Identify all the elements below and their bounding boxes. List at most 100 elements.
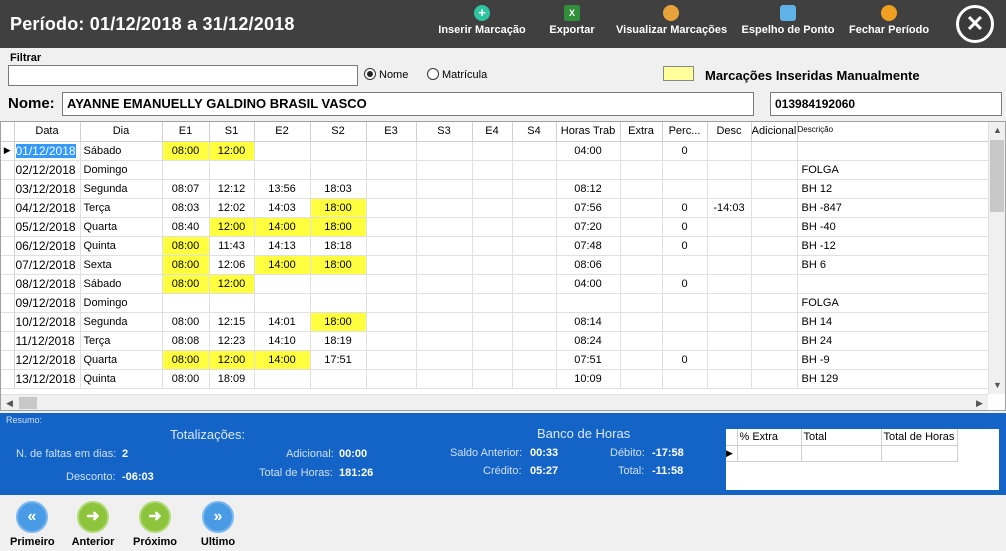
cell-s3[interactable]	[416, 179, 472, 198]
cell-e4[interactable]	[472, 217, 512, 236]
cell-perc[interactable]	[662, 179, 707, 198]
cell-s3[interactable]	[416, 255, 472, 274]
col-header[interactable]: Total de Horas	[881, 429, 957, 445]
employee-code-field[interactable]: 013984192060	[770, 92, 1002, 116]
cell-s3[interactable]	[416, 369, 472, 388]
cell-horas[interactable]: 07:48	[556, 236, 620, 255]
cell-s1[interactable]	[209, 160, 254, 179]
cell-day[interactable]: Sábado	[80, 274, 162, 293]
col-header[interactable]: E4	[472, 122, 512, 141]
cell-s3[interactable]	[416, 331, 472, 350]
cell-extra[interactable]	[620, 141, 662, 160]
cell-e4[interactable]	[472, 160, 512, 179]
table-row[interactable]: 12/12/2018Quarta08:0012:0014:0017:5107:5…	[1, 350, 988, 369]
filter-input[interactable]	[8, 65, 358, 86]
cell-dsc[interactable]: FOLGA	[797, 293, 988, 312]
cell-horas[interactable]: 07:20	[556, 217, 620, 236]
col-header[interactable]: S2	[310, 122, 366, 141]
cell-s3[interactable]	[416, 274, 472, 293]
employee-name-field[interactable]: AYANNE EMANUELLY GALDINO BRASIL VASCO	[62, 92, 754, 116]
cell-s4[interactable]	[512, 369, 556, 388]
cell-horas[interactable]: 04:00	[556, 274, 620, 293]
cell-e4[interactable]	[472, 369, 512, 388]
cell-e2[interactable]: 14:01	[254, 312, 310, 331]
radio-nome[interactable]: Nome	[364, 68, 408, 81]
time-records-grid[interactable]: Data Dia E1 S1 E2 S2 E3 S3 E4 S4 Horas T…	[0, 121, 1006, 411]
cell-adic[interactable]	[751, 160, 797, 179]
cell-e4[interactable]	[472, 255, 512, 274]
cell-date[interactable]: 01/12/2018	[14, 141, 80, 160]
cell-e1[interactable]: 08:00	[162, 369, 209, 388]
table-row[interactable]: ▶	[726, 445, 957, 461]
close-button[interactable]: ✕	[956, 5, 994, 43]
cell-horas[interactable]: 07:51	[556, 350, 620, 369]
cell-s1[interactable]: 12:00	[209, 274, 254, 293]
cell-desc[interactable]	[707, 160, 751, 179]
cell-e4[interactable]	[472, 179, 512, 198]
cell-e1[interactable]: 08:40	[162, 217, 209, 236]
table-row[interactable]: 10/12/2018Segunda08:0012:1514:0118:0008:…	[1, 312, 988, 331]
cell-s2[interactable]: 18:00	[310, 198, 366, 217]
col-header[interactable]: Descrição	[797, 122, 988, 141]
cell-s2[interactable]	[310, 274, 366, 293]
cell-dsc[interactable]: BH 6	[797, 255, 988, 274]
cell-extra[interactable]	[620, 255, 662, 274]
cell-s2[interactable]: 17:51	[310, 350, 366, 369]
cell-e2[interactable]: 14:03	[254, 198, 310, 217]
cell-e2[interactable]	[254, 274, 310, 293]
cell-s1[interactable]: 12:06	[209, 255, 254, 274]
cell-e3[interactable]	[366, 160, 416, 179]
cell-desc[interactable]	[707, 141, 751, 160]
table-row[interactable]: 07/12/2018Sexta08:0012:0614:0018:0008:06…	[1, 255, 988, 274]
cell-adic[interactable]	[751, 217, 797, 236]
cell-horas[interactable]: 04:00	[556, 141, 620, 160]
cell-dsc[interactable]: BH -847	[797, 198, 988, 217]
cell-s1[interactable]: 12:12	[209, 179, 254, 198]
cell-s2[interactable]	[310, 160, 366, 179]
cell-s2[interactable]: 18:00	[310, 255, 366, 274]
radio-matricula[interactable]: Matrícula	[427, 68, 487, 81]
cell-date[interactable]: 03/12/2018	[14, 179, 80, 198]
cell-day[interactable]: Quinta	[80, 236, 162, 255]
cell-s3[interactable]	[416, 198, 472, 217]
cell-desc[interactable]	[707, 331, 751, 350]
cell-e1[interactable]: 08:07	[162, 179, 209, 198]
cell-e4[interactable]	[472, 198, 512, 217]
scroll-right-icon[interactable]: ▶	[971, 395, 988, 411]
table-row[interactable]: 02/12/2018DomingoFOLGA	[1, 160, 988, 179]
cell-date[interactable]: 08/12/2018	[14, 274, 80, 293]
cell-s1[interactable]: 12:15	[209, 312, 254, 331]
cell-e1[interactable]: 08:00	[162, 312, 209, 331]
cell-perc[interactable]	[662, 312, 707, 331]
cell-s4[interactable]	[512, 274, 556, 293]
cell-perc[interactable]	[662, 255, 707, 274]
cell-e1[interactable]	[162, 160, 209, 179]
table-row[interactable]: 08/12/2018Sábado08:0012:0004:000	[1, 274, 988, 293]
table-row[interactable]: 09/12/2018DomingoFOLGA	[1, 293, 988, 312]
cell-adic[interactable]	[751, 274, 797, 293]
cell-extra[interactable]	[620, 198, 662, 217]
cell-e1[interactable]: 08:00	[162, 274, 209, 293]
cell-day[interactable]: Sábado	[80, 141, 162, 160]
cell-s1[interactable]: 12:02	[209, 198, 254, 217]
table-row[interactable]: 13/12/2018Quinta08:0018:0910:09BH 129	[1, 369, 988, 388]
cell-day[interactable]: Quarta	[80, 217, 162, 236]
cell-e2[interactable]	[254, 369, 310, 388]
cell-desc[interactable]	[707, 350, 751, 369]
cell-perc[interactable]	[662, 293, 707, 312]
cell-s4[interactable]	[512, 141, 556, 160]
cell-desc[interactable]	[707, 179, 751, 198]
scroll-up-icon[interactable]: ▲	[989, 122, 1006, 139]
cell-e3[interactable]	[366, 331, 416, 350]
col-header[interactable]: S4	[512, 122, 556, 141]
cell-dsc[interactable]: BH -40	[797, 217, 988, 236]
close-period-button[interactable]: Fechar Período	[849, 5, 929, 43]
cell-date[interactable]: 12/12/2018	[14, 350, 80, 369]
cell-e1[interactable]: 08:00	[162, 255, 209, 274]
cell-horas[interactable]: 08:14	[556, 312, 620, 331]
cell-perc[interactable]: 0	[662, 141, 707, 160]
cell-day[interactable]: Quarta	[80, 350, 162, 369]
horizontal-scrollbar[interactable]: ◀ ▶	[1, 394, 988, 411]
col-header[interactable]: S3	[416, 122, 472, 141]
scroll-thumb[interactable]	[19, 397, 37, 409]
